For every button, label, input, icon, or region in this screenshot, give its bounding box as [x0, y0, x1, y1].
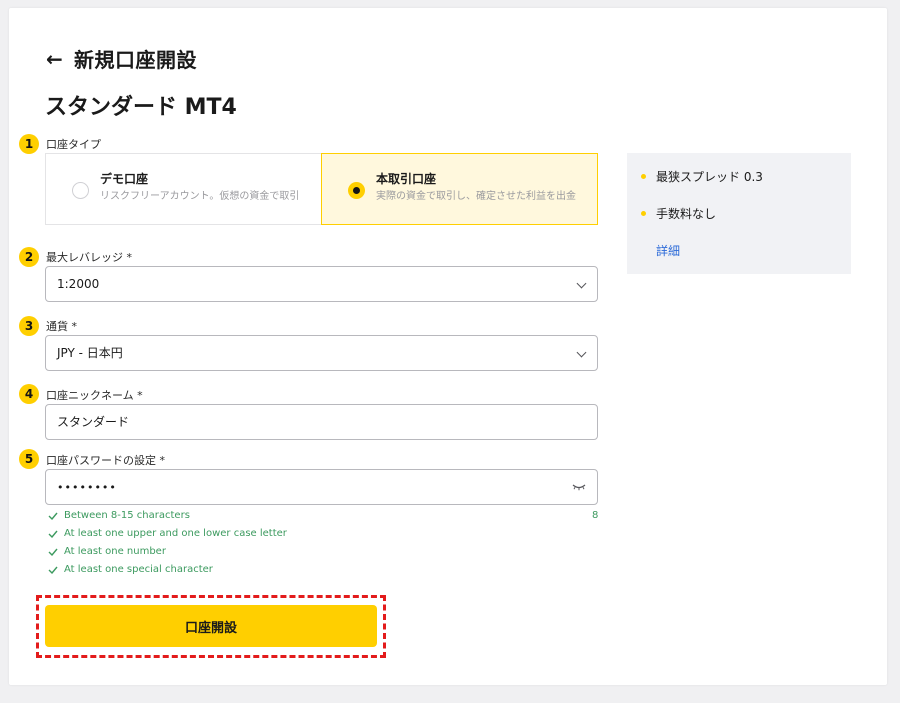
page-title: 新規口座開設	[74, 48, 197, 72]
rule-text: Between 8-15 characters	[64, 510, 190, 521]
real-option-name: 本取引口座	[376, 172, 437, 186]
currency-select[interactable]: JPY - 日本円	[45, 335, 598, 371]
demo-option-name: デモ口座	[100, 172, 149, 186]
currency-label: 通貨 *	[46, 320, 77, 333]
step-badge-3: 3	[19, 316, 39, 336]
password-rule: Between 8-15 characters	[48, 510, 190, 521]
check-icon	[48, 548, 58, 556]
page-header: ← 新規口座開設	[46, 44, 197, 73]
open-account-button[interactable]: 口座開設	[45, 605, 377, 647]
rule-text: At least one number	[64, 546, 166, 557]
password-rule: At least one special character	[48, 564, 213, 575]
info-text: 手数料なし	[656, 207, 717, 221]
rule-text: At least one special character	[64, 564, 213, 575]
bullet-icon	[641, 174, 646, 179]
info-panel: 最狭スプレッド 0.3 手数料なし 詳細	[627, 153, 851, 274]
bullet-icon	[641, 211, 646, 216]
step-badge-4: 4	[19, 384, 39, 404]
nickname-input[interactable]: スタンダード	[45, 404, 598, 440]
password-value: ••••••••	[57, 481, 117, 494]
password-input[interactable]: ••••••••	[45, 469, 598, 505]
currency-value: JPY - 日本円	[57, 346, 123, 360]
leverage-select[interactable]: 1:2000	[45, 266, 598, 302]
password-rule: At least one upper and one lower case le…	[48, 528, 287, 539]
step-badge-1: 1	[19, 134, 39, 154]
password-char-count: 8	[592, 510, 599, 521]
info-item: 最狭スプレッド 0.3	[641, 168, 763, 185]
back-arrow-icon[interactable]: ←	[46, 45, 74, 73]
real-option-desc: 実際の資金で取引し、確定させた利益を出金	[376, 191, 576, 202]
nickname-label: 口座ニックネーム *	[46, 389, 143, 402]
eye-closed-icon[interactable]	[571, 481, 587, 493]
password-label: 口座パスワードの設定 *	[46, 454, 165, 467]
demo-option-desc: リスクフリーアカウント。仮想の資金で取引	[100, 191, 300, 202]
step-badge-2: 2	[19, 247, 39, 267]
real-account-option[interactable]: 本取引口座 実際の資金で取引し、確定させた利益を出金	[321, 153, 598, 225]
check-icon	[48, 530, 58, 538]
password-rule: At least one number	[48, 546, 166, 557]
account-type-title: スタンダード MT4	[45, 95, 237, 120]
account-type-label: 口座タイプ	[46, 138, 101, 151]
rule-text: At least one upper and one lower case le…	[64, 528, 287, 539]
leverage-value: 1:2000	[57, 277, 100, 291]
leverage-label: 最大レバレッジ *	[46, 251, 132, 264]
nickname-value: スタンダード	[57, 415, 130, 429]
check-icon	[48, 566, 58, 574]
details-link[interactable]: 詳細	[656, 242, 680, 259]
real-radio[interactable]	[348, 182, 365, 199]
demo-account-option[interactable]: デモ口座 リスクフリーアカウント。仮想の資金で取引	[45, 153, 322, 225]
info-item: 手数料なし	[641, 205, 716, 222]
demo-radio[interactable]	[72, 182, 89, 199]
step-badge-5: 5	[19, 449, 39, 469]
chevron-down-icon	[576, 347, 587, 358]
chevron-down-icon	[576, 278, 587, 289]
info-text: 最狭スプレッド 0.3	[656, 170, 763, 184]
check-icon	[48, 512, 58, 520]
